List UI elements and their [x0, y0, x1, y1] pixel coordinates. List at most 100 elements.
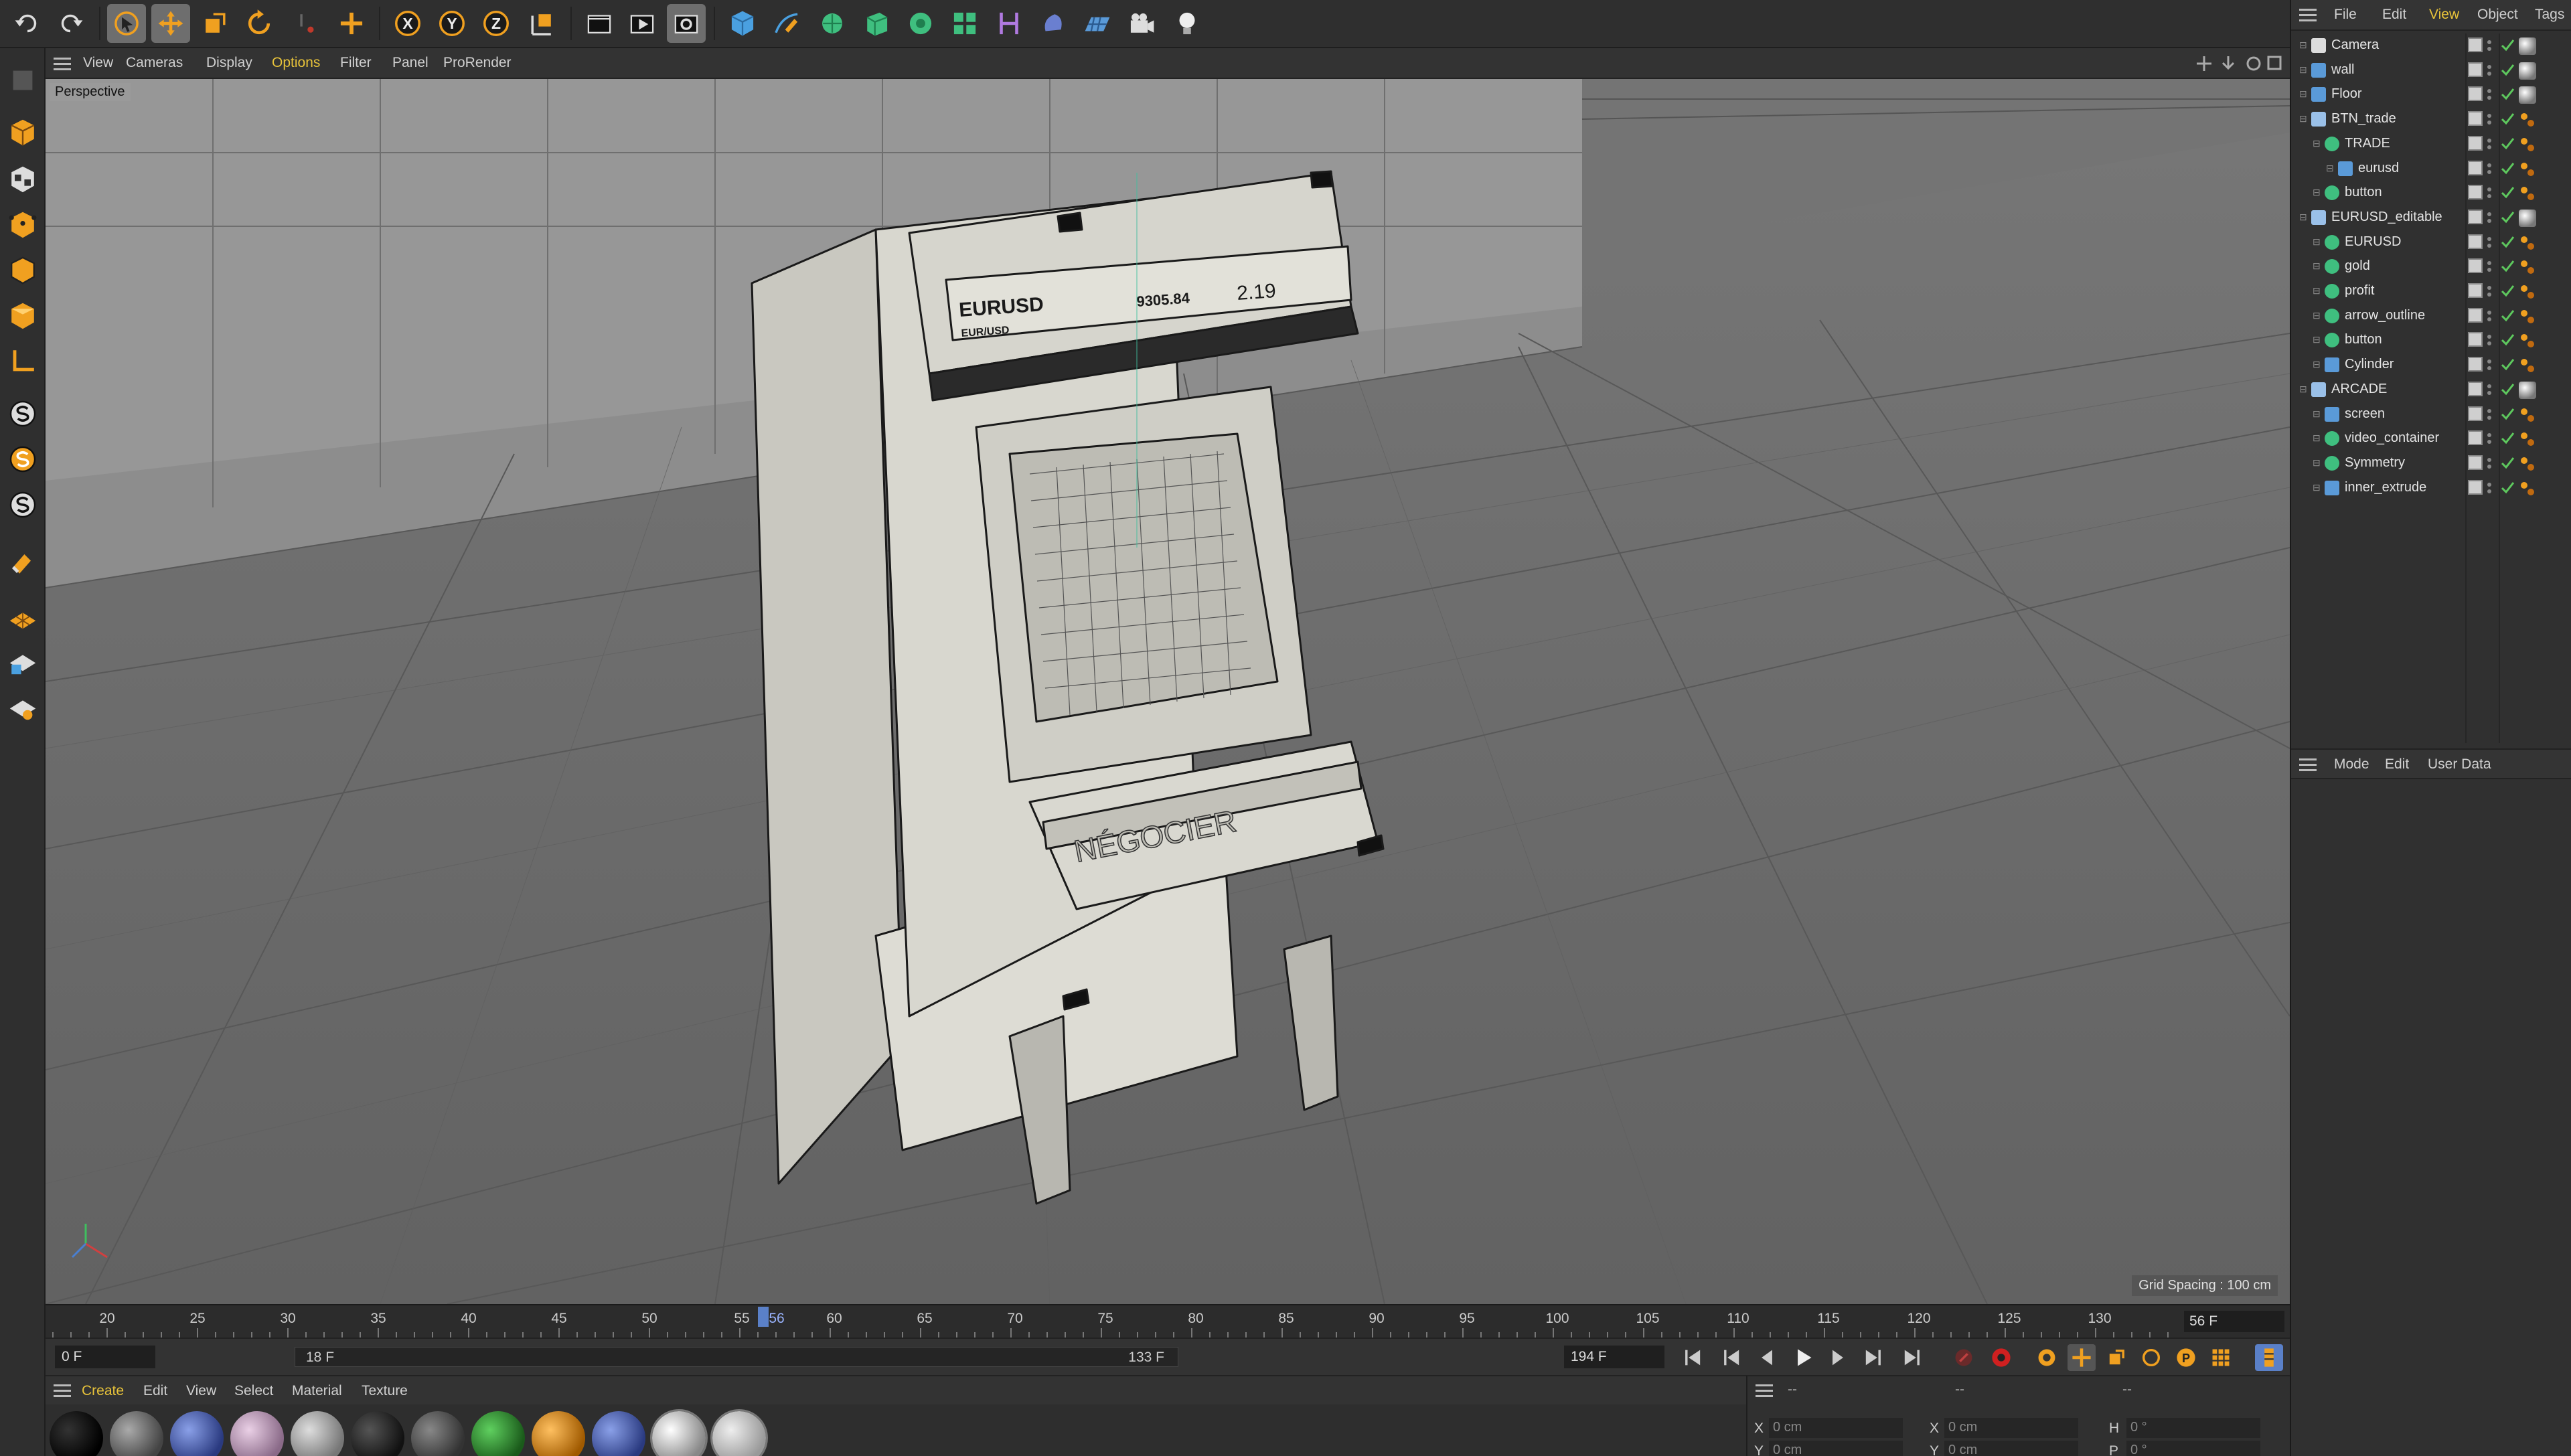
- 3d-viewport[interactable]: EURUSD EUR/USD 9305.84 2.19 NÉGOCIER Per…: [46, 79, 2290, 1304]
- expand-toggle-icon[interactable]: ⊟: [2313, 261, 2322, 270]
- layer-icon[interactable]: [2468, 185, 2483, 200]
- end-frame-field[interactable]: 194 F: [1564, 1346, 1664, 1368]
- visibility-dots-icon[interactable]: [2487, 333, 2492, 347]
- size-y-field[interactable]: 0 cm: [1944, 1441, 2078, 1456]
- object-row[interactable]: ⊟ EURUSD: [2291, 230, 2571, 254]
- object-name[interactable]: button: [2345, 332, 2382, 347]
- object-row[interactable]: ⊟ profit: [2291, 279, 2571, 303]
- points-mode-icon[interactable]: [4, 206, 42, 244]
- visibility-dots-icon[interactable]: [2487, 88, 2492, 101]
- object-tag-icon[interactable]: [2519, 381, 2536, 399]
- rotation-h-field[interactable]: 0 °: [2126, 1418, 2260, 1438]
- layer-icon[interactable]: [2468, 160, 2483, 175]
- enabled-check-icon[interactable]: [2500, 455, 2515, 470]
- workplane-icon[interactable]: [4, 597, 42, 635]
- expand-toggle-icon[interactable]: ⊟: [2313, 458, 2322, 467]
- layer-icon[interactable]: [2468, 111, 2483, 127]
- object-row[interactable]: ⊟ wall: [2291, 58, 2571, 82]
- position-y-field[interactable]: 0 cm: [1769, 1441, 1903, 1456]
- object-tag-icon[interactable]: [2519, 406, 2536, 424]
- mat-menu-material[interactable]: Material: [292, 1383, 342, 1399]
- rotation-p-field[interactable]: 0 °: [2126, 1441, 2260, 1456]
- key-parameter-icon[interactable]: P: [2172, 1344, 2200, 1371]
- object-name[interactable]: profit: [2345, 283, 2374, 299]
- coordinate-system-icon[interactable]: [522, 4, 561, 43]
- z-axis-icon[interactable]: Z: [477, 4, 516, 43]
- object-name[interactable]: EURUSD_editable: [2331, 210, 2442, 225]
- material-swatch[interactable]: [170, 1411, 224, 1456]
- visibility-dots-icon[interactable]: [2487, 481, 2492, 495]
- timeline-playhead[interactable]: [758, 1307, 769, 1327]
- visibility-dots-icon[interactable]: [2487, 162, 2492, 175]
- material-swatch[interactable]: [411, 1411, 465, 1456]
- go-to-end-icon[interactable]: [1897, 1344, 1926, 1371]
- visibility-dots-icon[interactable]: [2487, 358, 2492, 372]
- mat-menu-edit[interactable]: Edit: [143, 1383, 167, 1399]
- expand-toggle-icon[interactable]: ⊟: [2313, 359, 2322, 369]
- object-row[interactable]: ⊟ video_container: [2291, 426, 2571, 451]
- om-menu-icon[interactable]: [2299, 9, 2317, 22]
- object-tag-icon[interactable]: [2519, 283, 2536, 301]
- visibility-dots-icon[interactable]: [2487, 383, 2492, 396]
- object-name[interactable]: inner_extrude: [2345, 480, 2426, 495]
- next-frame-icon[interactable]: [1824, 1344, 1852, 1371]
- object-row[interactable]: ⊟ Cylinder: [2291, 353, 2571, 377]
- layer-icon[interactable]: [2468, 430, 2483, 446]
- visibility-dots-icon[interactable]: [2487, 309, 2492, 323]
- expand-toggle-icon[interactable]: ⊟: [2313, 187, 2322, 197]
- extrude-icon[interactable]: [857, 4, 896, 43]
- visibility-dots-icon[interactable]: [2487, 432, 2492, 445]
- enabled-check-icon[interactable]: [2500, 258, 2515, 273]
- object-name[interactable]: EURUSD: [2345, 234, 2401, 250]
- enabled-check-icon[interactable]: [2500, 430, 2515, 445]
- key-rotation-icon[interactable]: [2137, 1344, 2165, 1371]
- object-tag-icon[interactable]: [2519, 430, 2536, 448]
- expand-toggle-icon[interactable]: ⊟: [2313, 433, 2322, 442]
- layer-icon[interactable]: [2468, 406, 2483, 421]
- size-x-field[interactable]: 0 cm: [1944, 1418, 2078, 1438]
- cloner-icon[interactable]: [901, 4, 940, 43]
- enabled-check-icon[interactable]: [2500, 185, 2515, 199]
- layer-icon[interactable]: [2468, 332, 2483, 347]
- frame-range-slider[interactable]: 18 F 133 F: [295, 1347, 1178, 1367]
- material-swatch[interactable]: [532, 1411, 585, 1456]
- object-tag-icon[interactable]: [2519, 185, 2536, 202]
- material-swatch[interactable]: [50, 1411, 103, 1456]
- floor-icon[interactable]: [1078, 4, 1117, 43]
- mat-menu-create[interactable]: Create: [82, 1383, 124, 1399]
- position-x-field[interactable]: 0 cm: [1769, 1418, 1903, 1438]
- layer-icon[interactable]: [2468, 86, 2483, 102]
- scale-icon[interactable]: [196, 4, 234, 43]
- layer-icon[interactable]: [2468, 209, 2483, 224]
- y-axis-icon[interactable]: Y: [433, 4, 471, 43]
- snap-icon-3[interactable]: [4, 486, 42, 523]
- material-icon[interactable]: [1034, 4, 1073, 43]
- menu-prorender[interactable]: ProRender: [443, 55, 512, 71]
- enabled-check-icon[interactable]: [2500, 37, 2515, 52]
- object-row[interactable]: ⊟ ARCADE: [2291, 378, 2571, 402]
- expand-toggle-icon[interactable]: ⊟: [2299, 65, 2309, 74]
- render-view-icon[interactable]: [623, 4, 661, 43]
- pen-icon[interactable]: [767, 4, 806, 43]
- enabled-check-icon[interactable]: [2500, 283, 2515, 298]
- object-name[interactable]: BTN_trade: [2331, 111, 2396, 127]
- enabled-check-icon[interactable]: [2500, 111, 2515, 126]
- object-tag-icon[interactable]: [2519, 332, 2536, 349]
- rotate-icon[interactable]: [240, 4, 279, 43]
- object-name[interactable]: gold: [2345, 258, 2370, 274]
- visibility-dots-icon[interactable]: [2487, 64, 2492, 77]
- object-row[interactable]: ⊟ button: [2291, 328, 2571, 352]
- attr-menu-edit[interactable]: Edit: [2385, 756, 2409, 773]
- layer-icon[interactable]: [2468, 258, 2483, 274]
- object-row[interactable]: ⊟ arrow_outline: [2291, 304, 2571, 328]
- menu-panel[interactable]: Panel: [392, 55, 428, 71]
- timeline-layout-icon[interactable]: [2255, 1344, 2283, 1371]
- render-region-icon[interactable]: [580, 4, 619, 43]
- keyframe-selection-icon[interactable]: [2033, 1344, 2061, 1371]
- start-frame-field[interactable]: 0 F: [55, 1346, 155, 1368]
- layer-icon[interactable]: [2468, 455, 2483, 470]
- workplane-lock-icon[interactable]: [4, 643, 42, 680]
- magnet-icon[interactable]: [4, 544, 42, 581]
- subdivision-icon[interactable]: [813, 4, 852, 43]
- key-scale-icon[interactable]: [2102, 1344, 2130, 1371]
